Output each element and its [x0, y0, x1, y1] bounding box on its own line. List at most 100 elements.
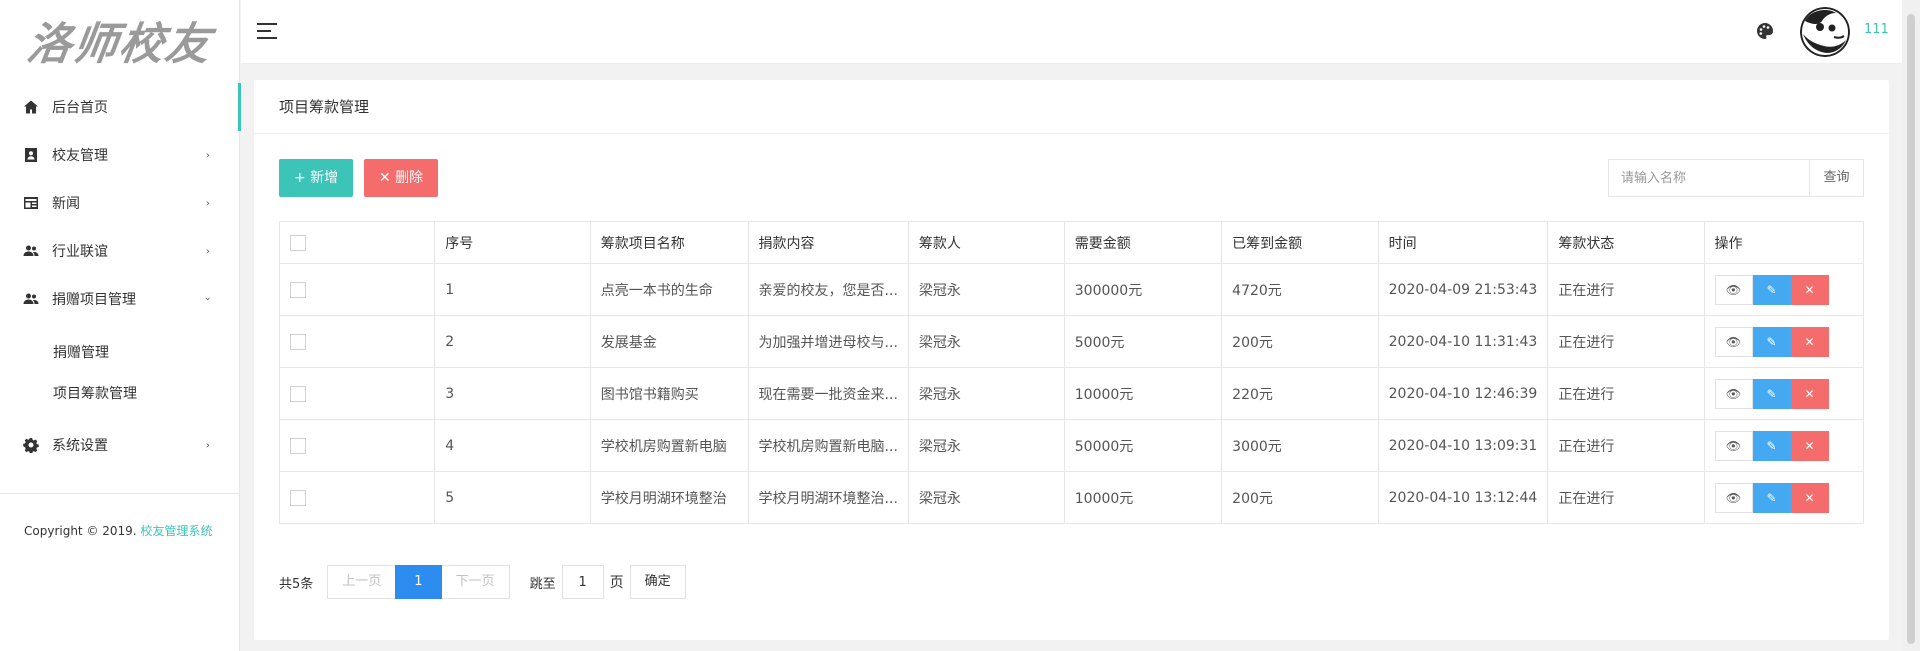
table-cell: 5000元 [1063, 315, 1223, 368]
sidebar-subitem-fundraising-management[interactable]: 项目筹款管理 [0, 372, 240, 414]
top-header: 111 [241, 0, 1902, 64]
edit-button[interactable]: ✎ [1752, 378, 1791, 409]
vertical-scrollbar[interactable] [1902, 0, 1920, 651]
sidebar-item-industry[interactable]: 行业联谊 › [0, 227, 240, 275]
row-select-cell [278, 419, 436, 472]
table-cell: 10000元 [1063, 367, 1223, 420]
copyright: Copyright © 2019. 校友管理系统 [24, 522, 212, 539]
query-button[interactable]: 查询 [1809, 159, 1864, 197]
table-header-row: 序号 筹款项目名称 捐款内容 筹款人 需要金额 已筹到金额 时间 筹款状态 操作 [278, 221, 1865, 264]
actions-cell: 👁 ✎ ✕ [1703, 367, 1865, 420]
delete-row-button[interactable]: ✕ [1790, 326, 1829, 357]
view-button[interactable]: 👁 [1714, 274, 1753, 305]
view-button[interactable]: 👁 [1714, 430, 1753, 461]
logo[interactable]: 洛师校友 [0, 0, 239, 80]
sidebar-item-label: 新闻 [52, 196, 80, 212]
chevron-down-icon: › [201, 296, 215, 302]
search-input[interactable] [1608, 159, 1809, 197]
table-cell: 学校月明湖环境整治 [589, 471, 749, 524]
column-header: 时间 [1377, 221, 1549, 264]
edit-button[interactable]: ✎ [1752, 274, 1791, 305]
scrollbar-thumb[interactable] [1907, 14, 1915, 644]
current-page-button[interactable]: 1 [395, 565, 442, 599]
table-row: 2 发展基金 为加强并增进母校与... 梁冠永 5000元 200元 2020-… [278, 315, 1865, 368]
table-cell: 正在进行 [1547, 263, 1705, 316]
table-cell: 4 [434, 419, 591, 472]
actions-cell: 👁 ✎ ✕ [1703, 263, 1865, 316]
row-checkbox[interactable] [290, 437, 306, 454]
sidebar-subitem-label: 捐赠管理 [53, 345, 109, 361]
username[interactable]: 111 [1864, 22, 1889, 37]
select-all-checkbox[interactable] [290, 234, 306, 251]
table-cell: 4720元 [1221, 263, 1379, 316]
page-title: 项目筹款管理 [254, 80, 1889, 134]
chevron-right-icon: › [205, 196, 210, 210]
copyright-text: Copyright © 2019. [24, 524, 141, 538]
table-cell: 3 [434, 367, 591, 420]
edit-button[interactable]: ✎ [1752, 482, 1791, 513]
column-header: 捐款内容 [747, 221, 909, 264]
next-page-button[interactable]: 下一页 [440, 565, 510, 599]
view-button[interactable]: 👁 [1714, 482, 1753, 513]
table-cell: 1 [434, 263, 591, 316]
sidebar-item-settings[interactable]: 系统设置 › [0, 421, 240, 469]
avatar[interactable] [1800, 7, 1850, 57]
row-checkbox[interactable] [290, 281, 306, 298]
column-header: 序号 [434, 221, 591, 264]
prev-page-button[interactable]: 上一页 [327, 565, 397, 599]
sidebar-item-label: 捐赠项目管理 [52, 292, 136, 308]
view-button[interactable]: 👁 [1714, 378, 1753, 409]
copyright-link[interactable]: 校友管理系统 [140, 524, 212, 538]
view-button[interactable]: 👁 [1714, 326, 1753, 357]
delete-row-button[interactable]: ✕ [1790, 274, 1829, 305]
row-checkbox[interactable] [290, 385, 306, 402]
column-header: 筹款人 [907, 221, 1065, 264]
chevron-right-icon: › [205, 148, 210, 162]
sidebar-item-alumni[interactable]: 校友管理 › [0, 131, 240, 179]
add-button[interactable]: + 新增 [279, 159, 354, 197]
jump-page-input[interactable] [561, 565, 604, 599]
table-cell: 梁冠永 [907, 419, 1065, 472]
table-cell: 3000元 [1221, 419, 1379, 472]
sidebar-item-home[interactable]: 后台首页 [0, 83, 241, 131]
table-cell: 现在需要一批资金来... [747, 367, 909, 420]
people-icon [22, 290, 40, 308]
edit-button[interactable]: ✎ [1752, 326, 1791, 357]
table-cell: 正在进行 [1547, 419, 1705, 472]
column-header: 筹款状态 [1547, 221, 1705, 264]
table-cell: 亲爱的校友，您是否... [747, 263, 909, 316]
row-select-cell [278, 315, 436, 368]
table-row: 3 图书馆书籍购买 现在需要一批资金来... 梁冠永 10000元 220元 2… [278, 367, 1865, 420]
page-suffix-label: 页 [609, 575, 624, 591]
sidebar-item-label: 行业联谊 [52, 244, 108, 260]
sidebar-item-donation-projects[interactable]: 捐赠项目管理 › [0, 275, 240, 323]
table-cell: 正在进行 [1547, 315, 1705, 368]
sidebar-item-news[interactable]: 新闻 › [0, 179, 240, 227]
news-icon [22, 194, 40, 212]
column-header: 已筹到金额 [1221, 221, 1379, 264]
delete-row-button[interactable]: ✕ [1790, 378, 1829, 409]
table-cell: 10000元 [1063, 471, 1223, 524]
pagination: 共5条 上一页 1 下一页 跳至 页 确定 [279, 564, 686, 600]
row-checkbox[interactable] [290, 489, 306, 506]
table-cell: 300000元 [1063, 263, 1223, 316]
edit-button[interactable]: ✎ [1752, 430, 1791, 461]
menu-toggle-icon[interactable] [257, 22, 279, 40]
row-checkbox[interactable] [290, 333, 306, 350]
delete-row-button[interactable]: ✕ [1790, 482, 1829, 513]
table-cell: 2020-04-09 21:53:43 [1377, 263, 1549, 316]
people-icon [22, 242, 40, 260]
sidebar-subitem-donation-management[interactable]: 捐赠管理 [0, 331, 240, 373]
delete-button[interactable]: ✕ 删除 [364, 159, 439, 197]
delete-row-button[interactable]: ✕ [1790, 430, 1829, 461]
table-cell: 学校月明湖环境整治... [747, 471, 909, 524]
palette-icon[interactable] [1755, 21, 1775, 41]
sidebar-item-label: 后台首页 [52, 100, 108, 116]
table-cell: 发展基金 [589, 315, 749, 368]
table-cell: 220元 [1221, 367, 1379, 420]
jump-confirm-button[interactable]: 确定 [629, 565, 686, 599]
table-row: 4 学校机房购置新电脑 学校机房购置新电脑... 梁冠永 50000元 3000… [278, 419, 1865, 472]
column-header: 操作 [1703, 221, 1865, 264]
table-cell: 50000元 [1063, 419, 1223, 472]
sidebar-item-label: 系统设置 [52, 438, 108, 454]
